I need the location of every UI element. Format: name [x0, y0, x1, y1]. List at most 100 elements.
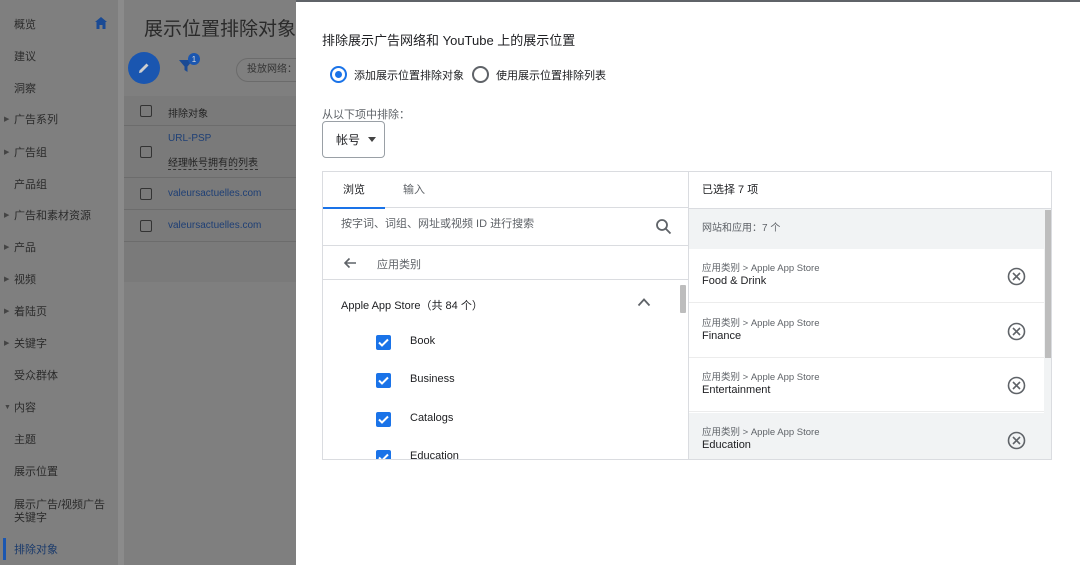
row-link[interactable]: valeursactuelles.com	[168, 220, 261, 231]
sidebar-item-label: 展示广告/视频广告关键字	[14, 499, 106, 524]
table-row[interactable]: valeursactuelles.com	[124, 178, 296, 210]
category-group-header[interactable]: Apple App Store（共 84 个）	[323, 280, 688, 326]
sidebar-item-label: 展示位置	[14, 466, 58, 478]
selected-scrollbar[interactable]	[1045, 210, 1051, 358]
item-label: Education	[410, 450, 459, 459]
list-item-book[interactable]: Book	[323, 323, 673, 361]
expand-arrow-icon: ▶	[4, 116, 10, 123]
sidebar-item-insights[interactable]: 洞察	[0, 73, 118, 103]
sidebar-item-audiences[interactable]: 受众群体	[0, 360, 118, 390]
breadcrumb-label: 应用类别	[377, 259, 421, 271]
select-all-checkbox[interactable]	[140, 105, 152, 117]
row-checkbox[interactable]	[140, 188, 152, 200]
selected-group-label: 网站和应用：7 个	[689, 209, 1044, 249]
checked-checkbox-icon[interactable]	[376, 335, 391, 350]
sidebar-item-label: 产品组	[14, 179, 47, 191]
account-level-select[interactable]: 帐号	[322, 121, 385, 158]
row-link[interactable]: valeursactuelles.com	[168, 188, 261, 199]
row-checkbox[interactable]	[140, 146, 152, 158]
item-name: Finance	[702, 330, 742, 342]
sidebar-item-products[interactable]: ▶ 产品	[0, 232, 118, 262]
sidebar-item-label: 视频	[14, 274, 36, 286]
tab-browse[interactable]: 浏览	[323, 172, 385, 209]
remove-circle-x-icon[interactable]	[1007, 267, 1026, 286]
search-row	[323, 208, 688, 246]
sidebar-item-content[interactable]: ▼ 内容	[0, 392, 118, 422]
sidebar-item-placements[interactable]: 展示位置	[0, 456, 118, 486]
sidebar-item-recommendations[interactable]: 建议	[0, 41, 118, 71]
sidebar-item-ad-groups[interactable]: ▶ 广告组	[0, 137, 118, 167]
selected-pane: 已选择 7 项 网站和应用：7 个 应用类别 > Apple App Store…	[688, 172, 1051, 459]
radio-add-exclusions[interactable]: 添加展示位置排除对象	[330, 66, 464, 83]
sidebar-item-exclusions[interactable]: 排除对象	[0, 534, 118, 564]
browse-scrollbar[interactable]	[680, 285, 686, 313]
sidebar-item-label: 产品	[14, 242, 36, 254]
table-header-row: 排除对象	[124, 96, 296, 126]
sidebar-item-label: 内容	[14, 402, 36, 414]
sidebar-item-campaigns[interactable]: ▶ 广告系列	[0, 104, 118, 134]
expand-arrow-icon: ▶	[4, 276, 10, 283]
collapse-arrow-icon: ▼	[4, 403, 11, 411]
sidebar-item-topics[interactable]: 主题	[0, 424, 118, 454]
radio-unselected-icon[interactable]	[472, 66, 489, 83]
main-content-dimmed: 展示位置排除对象 1 投放网络： 排除对象 URL-PSP 经理帐号拥有的列表 …	[124, 0, 316, 565]
expand-arrow-icon: ▶	[4, 244, 10, 251]
expand-arrow-icon: ▶	[4, 340, 10, 347]
table-row[interactable]: URL-PSP 经理帐号拥有的列表	[124, 126, 296, 178]
sidebar-item-landing-pages[interactable]: ▶ 着陆页	[0, 296, 118, 326]
sidebar-item-label: 洞察	[14, 83, 36, 95]
remove-circle-x-icon[interactable]	[1007, 431, 1026, 450]
selected-item: 应用类别 > Apple App Store Food & Drink	[689, 249, 1044, 303]
search-icon[interactable]	[655, 218, 672, 235]
table-row[interactable]: valeursactuelles.com	[124, 210, 296, 242]
checked-checkbox-icon[interactable]	[376, 373, 391, 388]
sidebar-item-display-video-keywords[interactable]: 展示广告/视频广告关键字	[0, 492, 118, 532]
sidebar-item-label: 关键字	[14, 338, 47, 350]
radio-use-exclusion-list[interactable]: 使用展示位置排除列表	[472, 66, 606, 83]
tab-enter[interactable]: 输入	[385, 172, 443, 208]
sidebar-item-product-groups[interactable]: 产品组	[0, 169, 118, 199]
row-checkbox[interactable]	[140, 220, 152, 232]
radio-label: 添加展示位置排除对象	[354, 69, 464, 82]
exclude-placements-dialog: 排除展示广告网络和 YouTube 上的展示位置 添加展示位置排除对象 使用展示…	[296, 0, 1080, 565]
home-icon[interactable]	[94, 16, 108, 30]
placement-search-input[interactable]	[341, 218, 641, 230]
dropdown-arrow-icon	[368, 137, 377, 142]
column-header: 排除对象	[168, 109, 208, 120]
sidebar-item-label: 广告系列	[14, 114, 58, 126]
sidebar-item-keywords[interactable]: ▶ 关键字	[0, 328, 118, 358]
group-title: Apple App Store（共 84 个）	[341, 300, 483, 312]
checked-checkbox-icon[interactable]	[376, 412, 391, 427]
item-label: Business	[410, 373, 455, 385]
back-arrow-icon[interactable]	[343, 256, 357, 270]
remove-circle-x-icon[interactable]	[1007, 376, 1026, 395]
expand-arrow-icon: ▶	[4, 308, 10, 315]
item-path: 应用类别 > Apple App Store	[702, 263, 820, 274]
item-name: Food & Drink	[702, 275, 767, 287]
remove-circle-x-icon[interactable]	[1007, 322, 1026, 341]
chevron-up-icon[interactable]	[637, 297, 651, 307]
item-label: Catalogs	[410, 412, 454, 424]
item-name: Entertainment	[702, 384, 771, 396]
sidebar-item-label: 广告组	[14, 147, 47, 159]
sidebar-item-label: 广告和素材资源	[14, 210, 91, 222]
sidebar-item-label: 主题	[14, 434, 36, 446]
list-item-catalogs[interactable]: Catalogs	[323, 400, 673, 438]
list-item-business[interactable]: Business	[323, 361, 673, 399]
sidebar-item-ads-assets[interactable]: ▶ 广告和素材资源	[0, 200, 118, 230]
sidebar-item-videos[interactable]: ▶ 视频	[0, 264, 118, 294]
selected-item: 应用类别 > Apple App Store Entertainment	[689, 358, 1044, 412]
dialog-title: 排除展示广告网络和 YouTube 上的展示位置	[322, 33, 576, 48]
item-label: Book	[410, 335, 436, 347]
edit-fab-button[interactable]	[128, 52, 160, 84]
list-item-education[interactable]: Education	[323, 438, 673, 459]
select-value: 帐号	[336, 133, 361, 147]
item-path: 应用类别 > Apple App Store	[702, 318, 820, 329]
sidebar-item-label: 概览	[14, 19, 36, 31]
radio-selected-icon[interactable]	[330, 66, 347, 83]
sidebar-item-label: 排除对象	[14, 544, 58, 556]
placement-picker: 浏览 输入 应用类别 Apple App Store（共 84 个） Book	[322, 171, 1052, 460]
row-link[interactable]: URL-PSP	[168, 133, 211, 144]
pencil-icon	[139, 63, 149, 73]
checked-checkbox-icon[interactable]	[376, 450, 391, 459]
